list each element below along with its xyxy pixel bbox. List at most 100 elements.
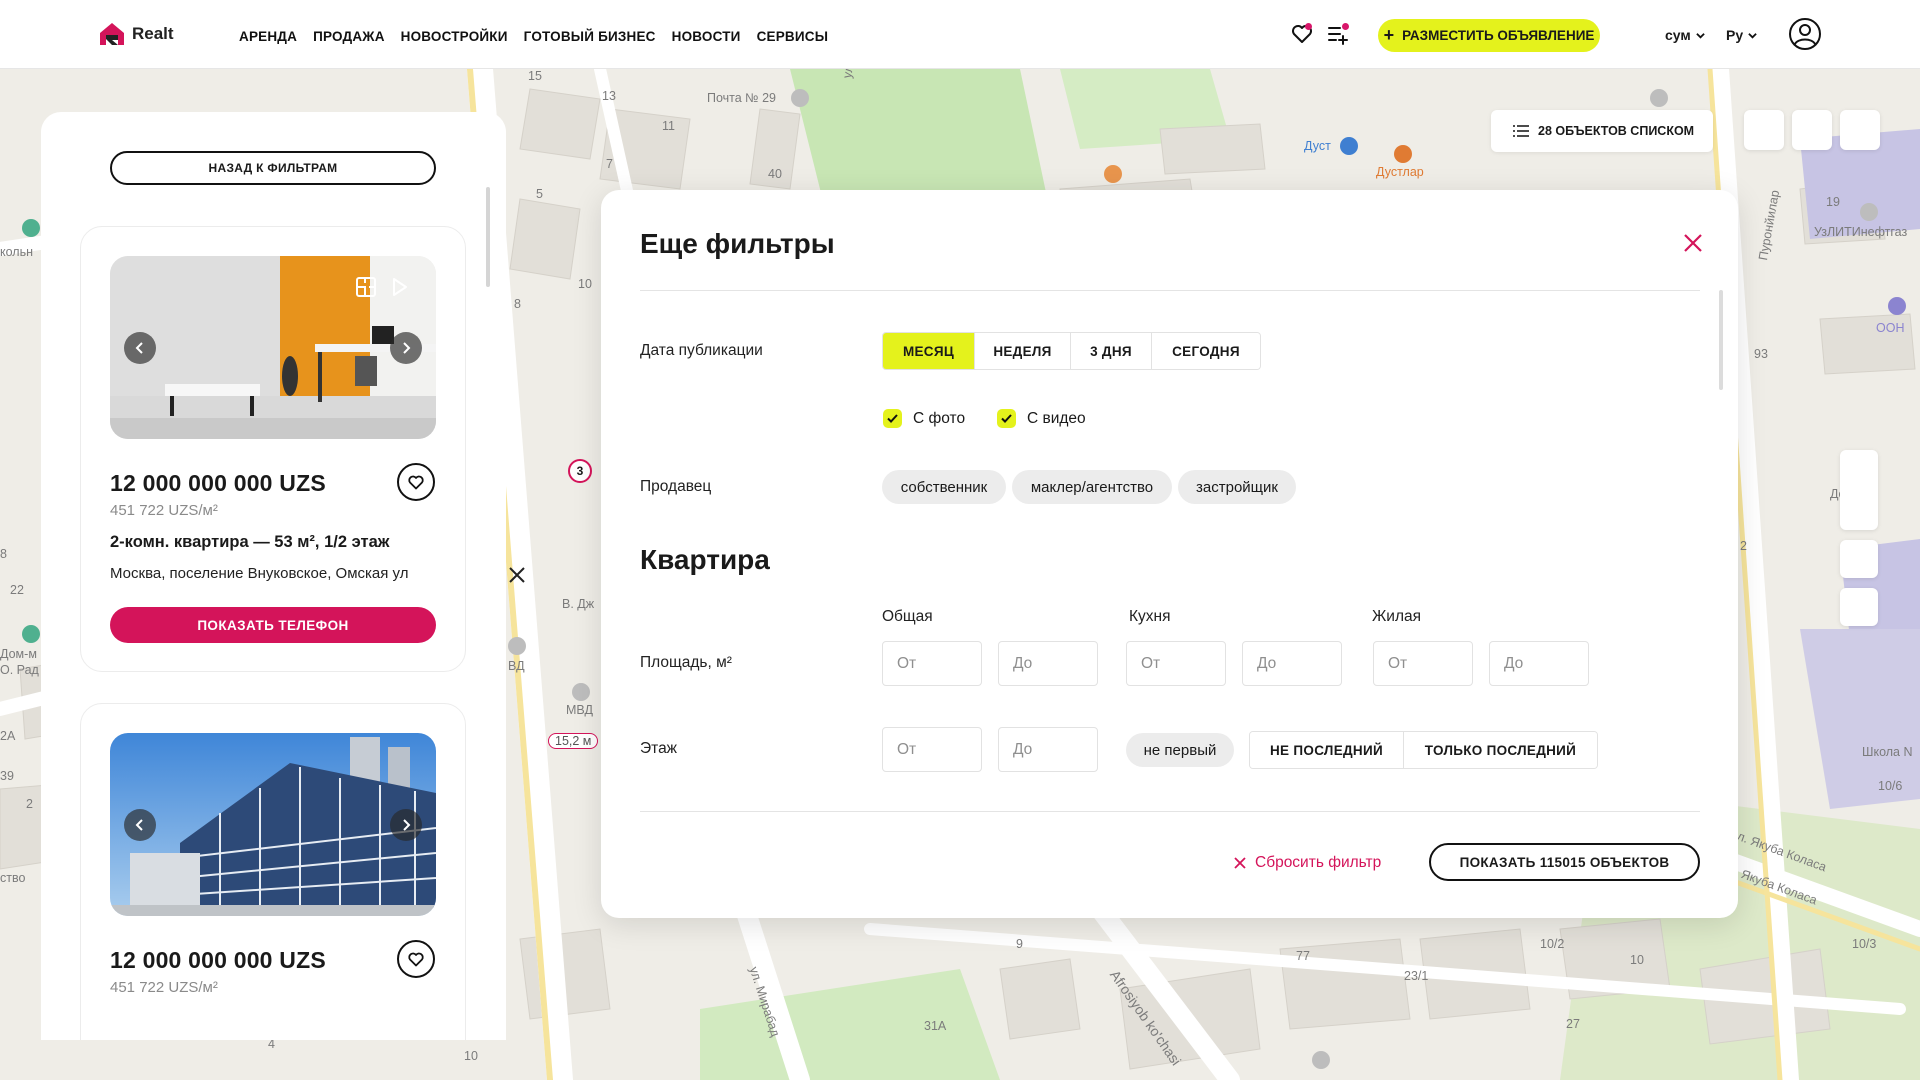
listing-photo[interactable] bbox=[110, 256, 436, 439]
list-view-toggle[interactable]: 28 ОБЪЕКТОВ СПИСКОМ bbox=[1491, 110, 1713, 152]
floor-from-input[interactable] bbox=[882, 727, 982, 772]
listing-title: 2-комн. квартира — 53 м², 1/2 этаж bbox=[110, 533, 390, 551]
with-video-checkbox[interactable]: С видео bbox=[997, 409, 1086, 428]
show-phone-button[interactable]: ПОКАЗАТЬ ТЕЛЕФОН bbox=[110, 607, 436, 643]
area-kitchen-from-input[interactable] bbox=[1126, 641, 1226, 686]
plus-icon: + bbox=[1383, 24, 1395, 45]
account-icon[interactable] bbox=[1788, 17, 1822, 51]
map-label: ство bbox=[0, 871, 26, 885]
house-number: 10 bbox=[464, 1049, 478, 1063]
area-living-label: Жилая bbox=[1372, 608, 1422, 625]
favorite-button[interactable] bbox=[397, 940, 435, 978]
house-number: 93 bbox=[1754, 347, 1768, 361]
date-option-today[interactable]: СЕГОДНЯ bbox=[1152, 333, 1260, 369]
listing-card[interactable]: 12 000 000 000 UZS 451 722 UZS/м² 2-комн… bbox=[80, 226, 466, 672]
nav-services[interactable]: СЕРВИСЫ bbox=[757, 29, 829, 44]
currency-select[interactable]: сум bbox=[1665, 27, 1705, 43]
floor-plan-icon[interactable] bbox=[353, 274, 379, 300]
house-number: 22 bbox=[10, 583, 24, 597]
food-icon bbox=[1104, 165, 1122, 183]
area-total-label: Общая bbox=[882, 608, 933, 625]
zoom-controls[interactable] bbox=[1840, 450, 1878, 530]
floor-to-input[interactable] bbox=[998, 727, 1098, 772]
organization-icon bbox=[1888, 297, 1906, 315]
date-option-month[interactable]: МЕСЯЦ bbox=[883, 333, 975, 369]
nav-rent[interactable]: АРЕНДА bbox=[239, 29, 297, 44]
nav-news[interactable]: НОВОСТИ bbox=[672, 29, 741, 44]
seller-owner-chip[interactable]: собственник bbox=[882, 470, 1006, 504]
list-view-label: 28 ОБЪЕКТОВ СПИСКОМ bbox=[1538, 124, 1695, 138]
favorites-icon[interactable] bbox=[1290, 22, 1314, 46]
house-number: 10 bbox=[1630, 953, 1644, 967]
reset-filter-label: Сбросить фильтр bbox=[1255, 854, 1382, 871]
map-label: ВД bbox=[508, 659, 525, 673]
prev-photo-button[interactable] bbox=[124, 332, 156, 364]
prev-photo-button[interactable] bbox=[124, 809, 156, 841]
area-kitchen-to-input[interactable] bbox=[1242, 641, 1342, 686]
show-results-button[interactable]: ПОКАЗАТЬ 115015 ОБЪЕКТОВ bbox=[1429, 843, 1700, 881]
area-living-from-input[interactable] bbox=[1373, 641, 1473, 686]
house-number: 8 bbox=[514, 297, 521, 311]
house-number: 10/3 bbox=[1852, 937, 1877, 951]
nav-new-buildings[interactable]: НОВОСТРОЙКИ bbox=[401, 29, 508, 44]
logo-text: Realt bbox=[132, 24, 174, 43]
seller-agency-chip[interactable]: маклер/агентство bbox=[1012, 470, 1172, 504]
logo[interactable]: Realt bbox=[98, 21, 174, 47]
seller-developer-chip[interactable]: застройщик bbox=[1178, 470, 1296, 504]
close-icon[interactable] bbox=[1682, 232, 1704, 254]
map-label: Почта № 29 bbox=[707, 91, 776, 105]
next-photo-button[interactable] bbox=[390, 809, 422, 841]
modal-scrollbar[interactable] bbox=[1719, 290, 1723, 390]
price-marker[interactable]: 15,2 м bbox=[548, 733, 599, 749]
divider bbox=[640, 290, 1700, 291]
map-label: кольн bbox=[0, 245, 33, 259]
favorite-button[interactable] bbox=[397, 463, 435, 501]
map-layers-button[interactable] bbox=[1744, 110, 1784, 150]
nav-sale[interactable]: ПРОДАЖА bbox=[313, 29, 385, 44]
list-scrollbar[interactable] bbox=[486, 187, 490, 287]
not-first-floor-chip[interactable]: не первый bbox=[1126, 733, 1234, 767]
apartment-section-title: Квартира bbox=[640, 544, 770, 575]
close-panel-icon[interactable] bbox=[506, 564, 528, 586]
house-number: 7 bbox=[606, 157, 613, 171]
compare-list-icon[interactable] bbox=[1326, 22, 1350, 46]
area-total-to-input[interactable] bbox=[998, 641, 1098, 686]
cluster-marker[interactable]: 3 bbox=[568, 459, 592, 483]
reset-filter-button[interactable]: Сбросить фильтр bbox=[1234, 854, 1381, 872]
geolocation-button[interactable] bbox=[1840, 540, 1878, 578]
date-label: Дата публикации bbox=[640, 342, 763, 359]
listing-card[interactable]: 12 000 000 000 UZS 451 722 UZS/м² bbox=[80, 703, 466, 1040]
area-total-from-input[interactable] bbox=[882, 641, 982, 686]
poi-icon bbox=[1312, 1051, 1330, 1069]
post-ad-button[interactable]: + РАЗМЕСТИТЬ ОБЪЯВЛЕНИЕ bbox=[1378, 19, 1600, 52]
language-select[interactable]: Ру bbox=[1726, 27, 1757, 43]
house-number: 2A bbox=[0, 729, 16, 743]
building-photo bbox=[110, 733, 436, 916]
only-last-floor-option[interactable]: ТОЛЬКО ПОСЛЕДНИЙ bbox=[1404, 732, 1597, 768]
house-number: 11 bbox=[662, 119, 675, 133]
nav-business[interactable]: ГОТОВЫЙ БИЗНЕС bbox=[524, 29, 656, 44]
house-number: 9 bbox=[1016, 937, 1023, 951]
post-ad-label: РАЗМЕСТИТЬ ОБЪЯВЛЕНИЕ bbox=[1402, 28, 1595, 43]
map-label: Дустлар bbox=[1376, 165, 1424, 179]
area-living-to-input[interactable] bbox=[1489, 641, 1589, 686]
not-last-floor-option[interactable]: НЕ ПОСЛЕДНИЙ bbox=[1250, 732, 1404, 768]
date-option-3days[interactable]: 3 ДНЯ bbox=[1071, 333, 1152, 369]
chevron-left-icon bbox=[135, 819, 143, 831]
post-office-icon bbox=[791, 89, 809, 107]
next-photo-button[interactable] bbox=[390, 332, 422, 364]
date-option-week[interactable]: НЕДЕЛЯ bbox=[975, 333, 1071, 369]
house-number: 27 bbox=[1566, 1017, 1580, 1031]
map-draw-button[interactable] bbox=[1792, 110, 1832, 150]
back-to-filters-button[interactable]: НАЗАД К ФИЛЬТРАМ bbox=[110, 151, 436, 185]
logo-icon bbox=[100, 23, 124, 45]
listing-photo[interactable] bbox=[110, 733, 436, 916]
house-number: 77 bbox=[1296, 949, 1310, 963]
map-label: МВД bbox=[566, 703, 593, 717]
map-fullscreen-button[interactable] bbox=[1840, 110, 1880, 150]
map-ruler-button[interactable] bbox=[1840, 588, 1878, 626]
house-number: 2 bbox=[26, 797, 33, 811]
with-photo-checkbox[interactable]: С фото bbox=[883, 409, 965, 428]
video-play-icon[interactable] bbox=[386, 274, 412, 300]
divider bbox=[640, 811, 1700, 812]
